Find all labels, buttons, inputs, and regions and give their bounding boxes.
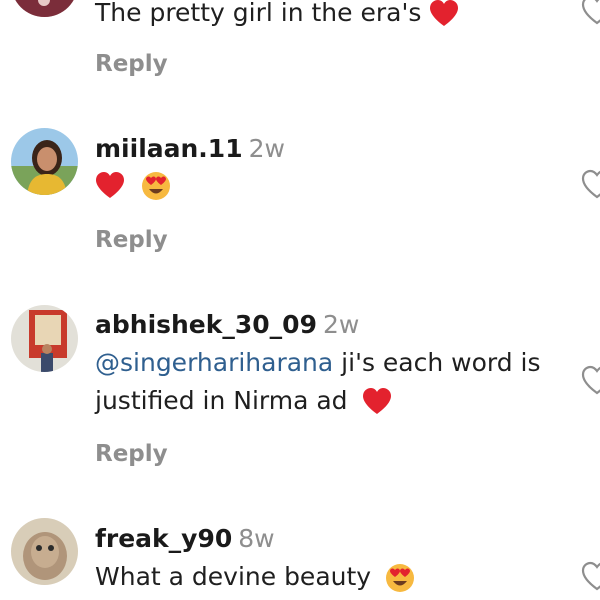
red-heart-emoji-icon (95, 171, 125, 201)
comment-header: miilaan.11 2w (95, 134, 285, 164)
red-heart-emoji-icon (429, 0, 459, 29)
comment-text-content: What a devine beauty (95, 562, 372, 591)
heart-outline-icon[interactable] (580, 0, 600, 28)
red-heart-emoji-icon (362, 387, 392, 417)
comment-text: The pretty girl in the era's (95, 0, 459, 32)
reply-button[interactable]: Reply (95, 50, 168, 78)
username[interactable]: miilaan.11 (95, 134, 243, 163)
comment-time: 2w (248, 134, 285, 163)
comment-time: 2w (322, 310, 360, 339)
comment-text: What a devine beauty (95, 558, 415, 596)
username[interactable]: freak_y90 (95, 524, 232, 553)
username[interactable]: abhishek_30_09 (95, 310, 317, 339)
comment-text (95, 166, 171, 204)
comment-header: abhishek_30_09 2w (95, 310, 359, 340)
comment-header: freak_y90 8w (95, 524, 275, 554)
heart-eyes-face-emoji-icon (141, 171, 171, 201)
comment-text-line: ji's each word is (333, 348, 541, 377)
comments-list: The pretty girl in the era's Reply miila… (0, 0, 600, 600)
reply-button[interactable]: Reply (95, 440, 168, 468)
comment-text-content: The pretty girl in the era's (95, 0, 422, 27)
avatar[interactable] (11, 518, 78, 585)
avatar[interactable] (11, 128, 78, 195)
mention-link[interactable]: @singerhariharana (95, 348, 333, 377)
reply-button[interactable]: Reply (95, 226, 168, 254)
heart-outline-icon[interactable] (580, 168, 600, 202)
comment-text: justified in Nirma ad (95, 382, 392, 420)
heart-outline-icon[interactable] (580, 364, 600, 398)
comment-text-line: justified in Nirma ad (95, 386, 348, 415)
avatar[interactable] (11, 0, 78, 17)
comment-time: 8w (238, 524, 275, 553)
avatar[interactable] (11, 305, 78, 372)
heart-outline-icon[interactable] (580, 560, 600, 594)
comment-text: @singerhariharana ji's each word is (95, 344, 541, 382)
heart-eyes-face-emoji-icon (385, 563, 415, 593)
